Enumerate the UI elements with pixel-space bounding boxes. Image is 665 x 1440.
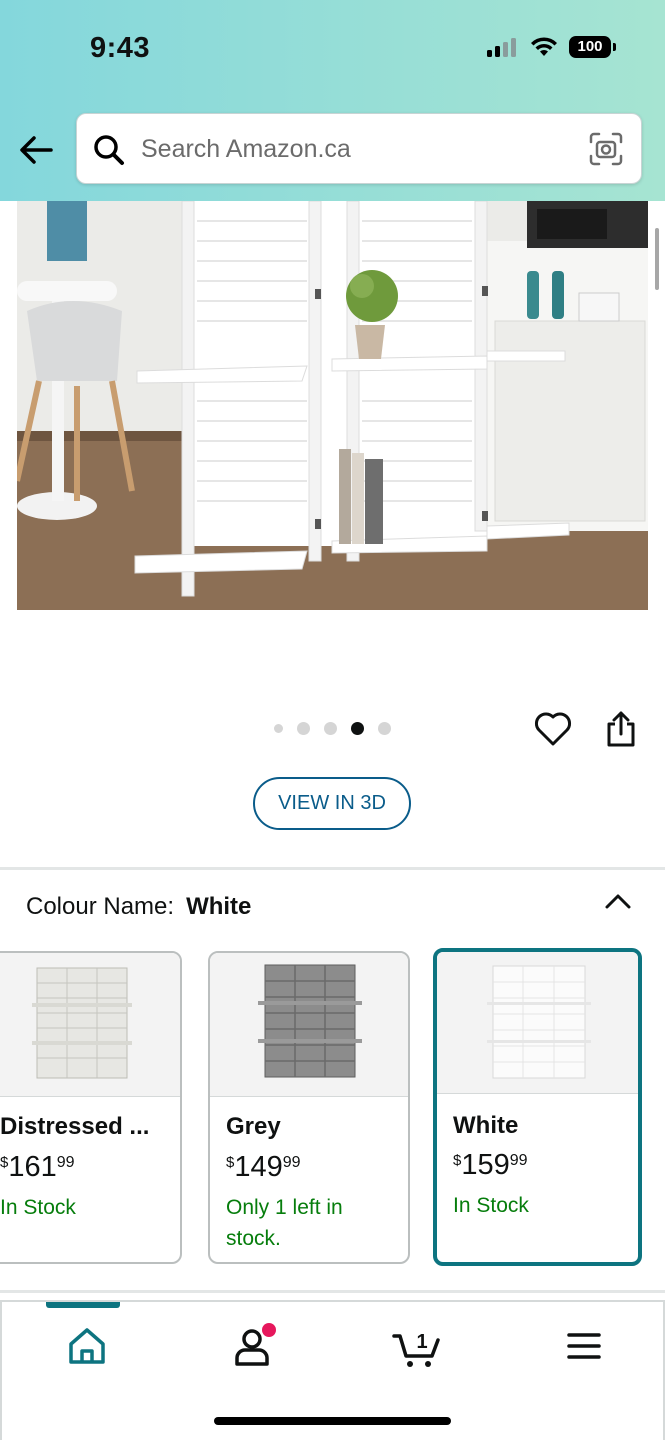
signal-icon xyxy=(487,38,516,57)
home-icon xyxy=(69,1328,105,1364)
header: 9:43 100 xyxy=(0,0,665,201)
section-divider xyxy=(0,867,665,870)
variant-stock: In Stock xyxy=(453,1194,529,1217)
chevron-up-icon[interactable] xyxy=(604,890,632,912)
price-cents: 99 xyxy=(282,1154,301,1171)
home-indicator[interactable] xyxy=(214,1417,451,1425)
price-currency: $ xyxy=(226,1154,235,1171)
variant-thumbnail xyxy=(0,953,180,1097)
nav-active-indicator xyxy=(46,1302,120,1308)
menu-icon xyxy=(567,1333,601,1359)
variant-card-white[interactable]: White $15999 In Stock xyxy=(433,948,642,1266)
camera-scan-icon[interactable] xyxy=(589,132,623,166)
nav-cart[interactable]: 1 xyxy=(388,1322,448,1370)
search-icon xyxy=(94,135,124,165)
search-input[interactable] xyxy=(139,128,563,170)
price-whole: 149 xyxy=(234,1151,283,1183)
variant-thumbnail xyxy=(210,953,408,1097)
carousel-dot[interactable] xyxy=(297,722,310,735)
section-divider xyxy=(0,1290,665,1293)
image-carousel-dots xyxy=(274,722,391,735)
variant-price: $16199 xyxy=(0,1151,75,1184)
price-cents: 99 xyxy=(509,1152,528,1169)
variant-card-distressed[interactable]: Distressed ... $16199 In Stock xyxy=(0,951,182,1264)
view-in-3d-button[interactable]: VIEW IN 3D xyxy=(253,777,411,830)
colour-name-label: Colour Name: White xyxy=(26,893,251,921)
status-time: 9:43 xyxy=(90,32,151,64)
colour-label-text: Colour Name: xyxy=(26,893,175,920)
product-image[interactable] xyxy=(17,201,648,610)
variant-price: $15999 xyxy=(453,1149,528,1182)
variant-price: $14999 xyxy=(226,1151,301,1184)
price-currency: $ xyxy=(453,1152,462,1169)
search-bar[interactable] xyxy=(76,113,642,184)
room-divider-photo xyxy=(17,201,648,610)
back-arrow-icon xyxy=(20,136,53,164)
variant-name: White xyxy=(453,1112,519,1139)
carousel-dot[interactable] xyxy=(324,722,337,735)
price-currency: $ xyxy=(0,1154,9,1171)
variant-stock: Only 1 left in stock. xyxy=(226,1196,343,1250)
share-icon[interactable] xyxy=(605,710,637,748)
variant-stock: In Stock xyxy=(0,1196,76,1219)
variant-image xyxy=(32,967,132,1079)
heart-icon[interactable] xyxy=(534,711,572,747)
back-button[interactable] xyxy=(18,132,58,168)
variant-image xyxy=(258,964,362,1078)
nav-menu[interactable] xyxy=(554,1322,614,1370)
variant-name: Grey xyxy=(226,1113,281,1140)
nav-account[interactable] xyxy=(222,1322,282,1370)
nav-home[interactable] xyxy=(57,1322,117,1370)
cart-icon: 1 xyxy=(392,1331,440,1367)
cart-count: 1 xyxy=(416,1331,427,1353)
wifi-icon xyxy=(531,37,557,56)
price-whole: 159 xyxy=(461,1149,510,1181)
price-cents: 99 xyxy=(56,1154,75,1171)
price-whole: 161 xyxy=(8,1151,57,1183)
carousel-dot-active[interactable] xyxy=(351,722,364,735)
variant-card-grey[interactable]: Grey $14999 Only 1 left in stock. xyxy=(208,951,410,1264)
variant-name: Distressed ... xyxy=(0,1113,150,1140)
scrollbar[interactable] xyxy=(655,228,659,290)
carousel-dot[interactable] xyxy=(378,722,391,735)
status-icons: 100 xyxy=(487,36,616,58)
carousel-dot[interactable] xyxy=(274,724,283,733)
variant-image xyxy=(487,965,591,1079)
variant-thumbnail xyxy=(437,952,638,1094)
colour-selected-value: White xyxy=(186,893,252,920)
battery-icon: 100 xyxy=(569,36,616,58)
account-icon xyxy=(235,1323,276,1366)
